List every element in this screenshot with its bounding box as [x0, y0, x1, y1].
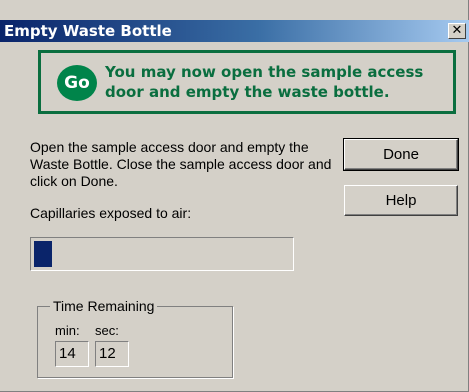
- progress-fill: [34, 241, 52, 267]
- window-title: Empty Waste Bottle: [4, 22, 172, 40]
- seconds-label: sec:: [95, 323, 119, 338]
- close-button[interactable]: ✕: [448, 23, 466, 39]
- minutes-label: min:: [55, 323, 80, 338]
- instructions-text: Open the sample access door and empty th…: [30, 139, 332, 189]
- time-remaining-group: Time Remaining min: sec: 14 12: [37, 298, 233, 378]
- time-remaining-legend: Time Remaining: [50, 298, 158, 314]
- go-badge-icon: Go: [57, 65, 97, 101]
- help-button[interactable]: Help: [344, 185, 458, 216]
- status-banner: Go You may now open the sample access do…: [38, 50, 456, 114]
- banner-message: You may now open the sample access door …: [105, 63, 424, 101]
- close-icon: ✕: [451, 23, 463, 38]
- minutes-field: 14: [55, 341, 89, 367]
- dialog-window: Empty Waste Bottle ✕ Go You may now open…: [0, 0, 469, 392]
- capillaries-progress-bar: [30, 237, 294, 271]
- capillaries-label: Capillaries exposed to air:: [30, 205, 192, 221]
- done-button[interactable]: Done: [343, 138, 459, 171]
- title-bar[interactable]: Empty Waste Bottle ✕: [0, 20, 469, 42]
- seconds-field: 12: [95, 341, 129, 367]
